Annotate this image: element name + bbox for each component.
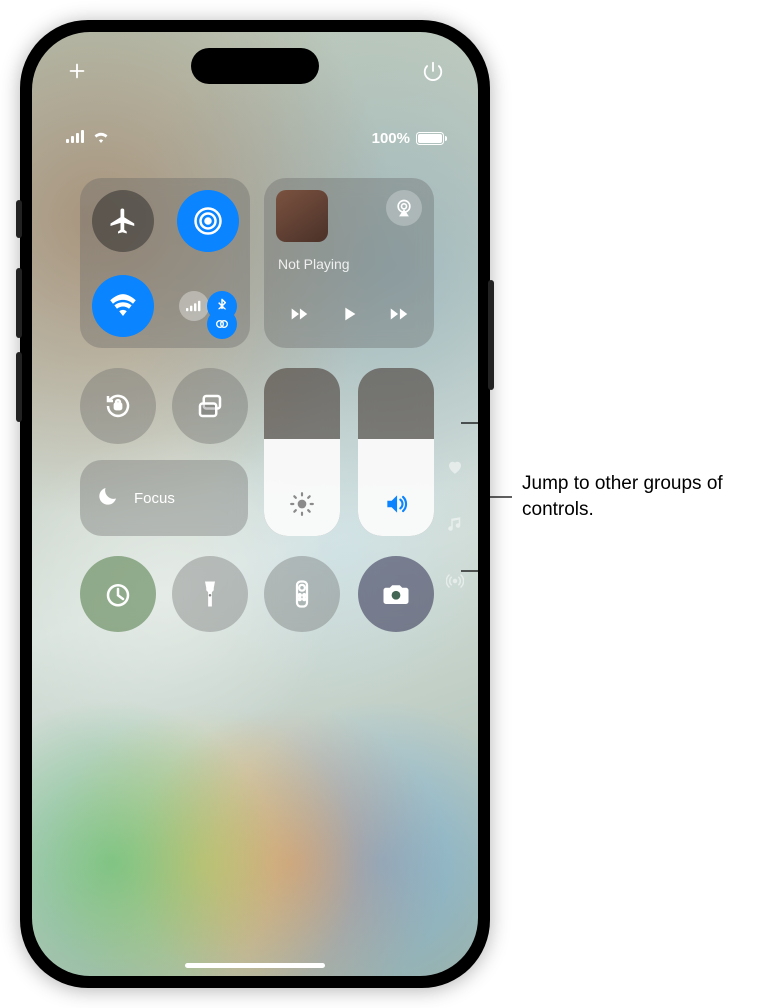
album-art-placeholder: [276, 190, 328, 242]
airplane-mode-toggle[interactable]: [92, 190, 154, 252]
cellular-signal-icon: [66, 130, 86, 147]
battery-icon: [416, 132, 444, 145]
previous-track-button[interactable]: [288, 303, 310, 330]
orientation-lock-toggle[interactable]: [80, 368, 156, 444]
page-dot-connectivity[interactable]: [446, 572, 464, 595]
iphone-frame: 100%: [20, 20, 490, 988]
connectivity-tile[interactable]: [80, 178, 250, 348]
wifi-status-icon: [92, 130, 110, 147]
speaker-icon: [383, 491, 409, 522]
add-control-button[interactable]: [66, 60, 88, 87]
wifi-toggle[interactable]: [92, 275, 154, 337]
airdrop-toggle[interactable]: [177, 190, 239, 252]
media-tile[interactable]: Not Playing: [264, 178, 434, 348]
battery-percentage: 100%: [372, 130, 410, 147]
next-track-button[interactable]: [388, 303, 410, 330]
callout-annotation: Jump to other groups of controls.: [460, 422, 782, 572]
camera-button[interactable]: [358, 556, 434, 632]
flashlight-button[interactable]: [172, 556, 248, 632]
side-button: [488, 280, 494, 390]
screen: 100%: [32, 32, 478, 976]
action-button: [16, 200, 22, 238]
focus-button[interactable]: Focus: [80, 460, 248, 536]
volume-slider[interactable]: [358, 368, 434, 536]
brightness-slider[interactable]: [264, 368, 340, 536]
dynamic-island: [191, 48, 319, 84]
home-indicator[interactable]: [32, 963, 478, 968]
callout-text: Jump to other groups of controls.: [522, 471, 782, 522]
cellular-bluetooth-cluster[interactable]: [177, 275, 239, 337]
airplay-button[interactable]: [386, 190, 422, 226]
personal-hotspot-toggle[interactable]: [207, 309, 237, 339]
now-playing-label: Not Playing: [278, 256, 350, 272]
play-button[interactable]: [338, 303, 360, 330]
volume-up-button: [16, 268, 22, 338]
screen-mirroring-button[interactable]: [172, 368, 248, 444]
cellular-data-toggle[interactable]: [179, 291, 209, 321]
timer-button[interactable]: [80, 556, 156, 632]
power-button[interactable]: [422, 60, 444, 87]
volume-down-button: [16, 352, 22, 422]
sun-icon: [289, 491, 315, 522]
status-bar: 100%: [32, 130, 478, 147]
apple-tv-remote-button[interactable]: [264, 556, 340, 632]
moon-icon: [96, 484, 120, 512]
focus-label: Focus: [134, 490, 175, 507]
